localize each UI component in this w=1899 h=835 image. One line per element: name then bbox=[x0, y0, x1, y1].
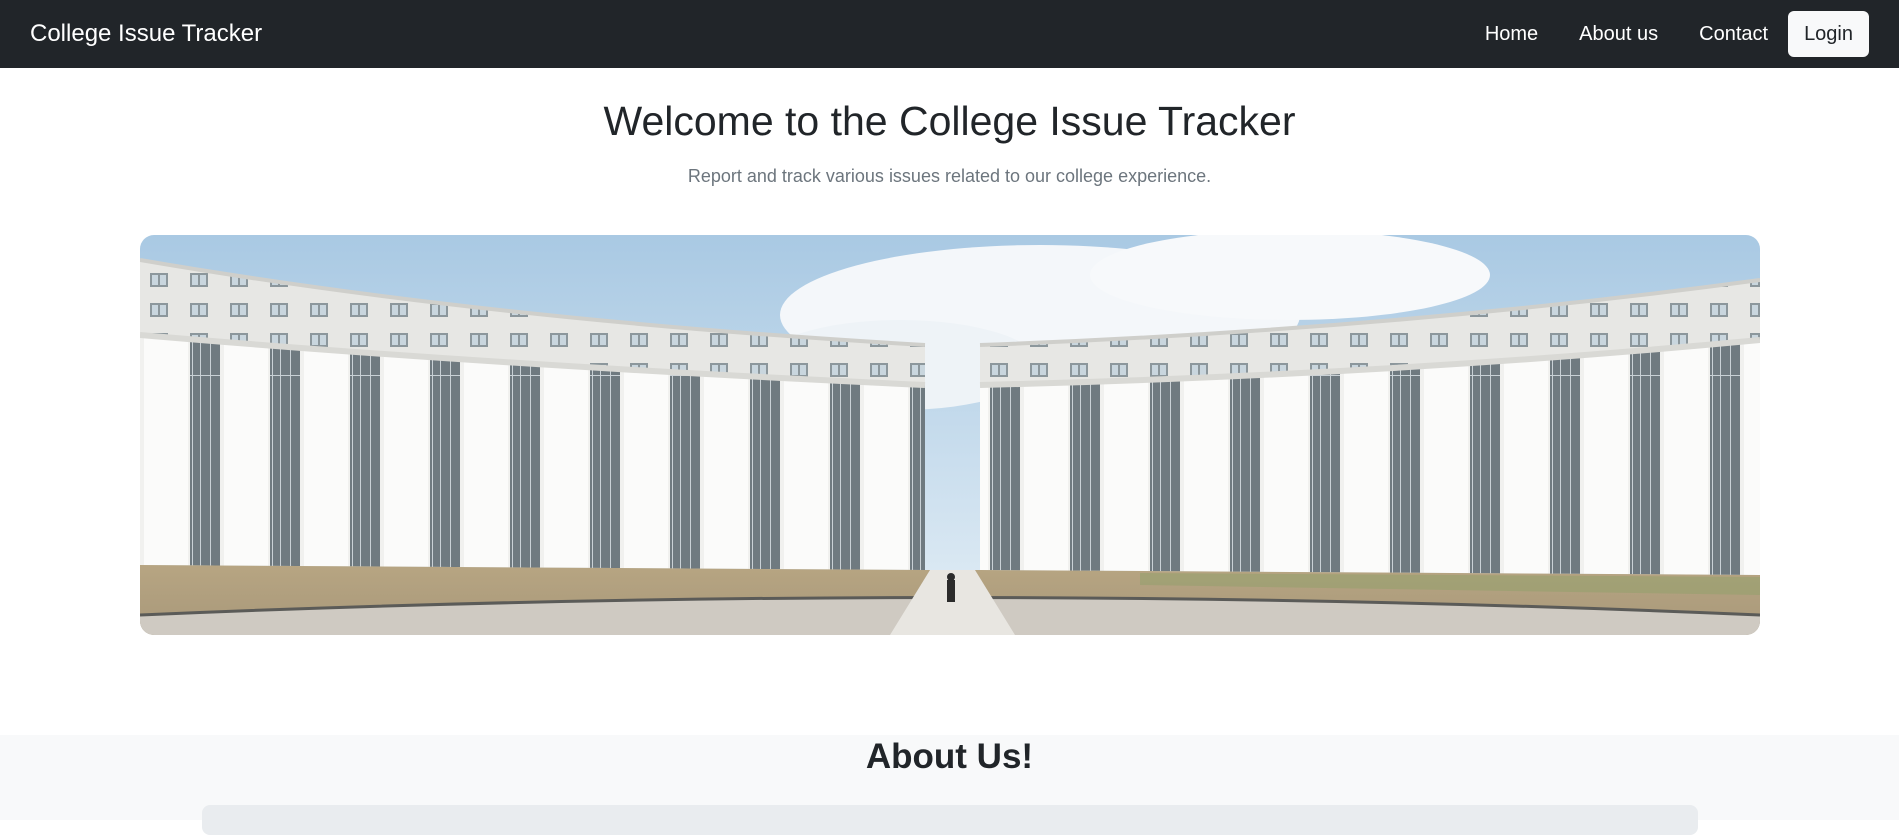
page-title: Welcome to the College Issue Tracker bbox=[603, 98, 1296, 144]
page-subtitle: Report and track various issues related … bbox=[687, 166, 1212, 186]
nav-link-home[interactable]: Home bbox=[1485, 23, 1538, 46]
brand-link[interactable]: College Issue Tracker bbox=[30, 20, 262, 48]
campus-building-illustration bbox=[140, 235, 1760, 635]
login-button[interactable]: Login bbox=[1788, 11, 1869, 57]
about-title: About Us! bbox=[865, 737, 1034, 776]
campus-building-image bbox=[140, 235, 1760, 635]
top-navbar: College Issue Tracker Home About us Cont… bbox=[0, 0, 1899, 68]
about-card bbox=[202, 805, 1698, 835]
nav-links: Home About us Contact Login bbox=[1444, 11, 1869, 57]
nav-link-about-us[interactable]: About us bbox=[1579, 23, 1658, 46]
about-section: About Us! bbox=[0, 735, 1899, 835]
nav-link-contact[interactable]: Contact bbox=[1699, 23, 1768, 46]
